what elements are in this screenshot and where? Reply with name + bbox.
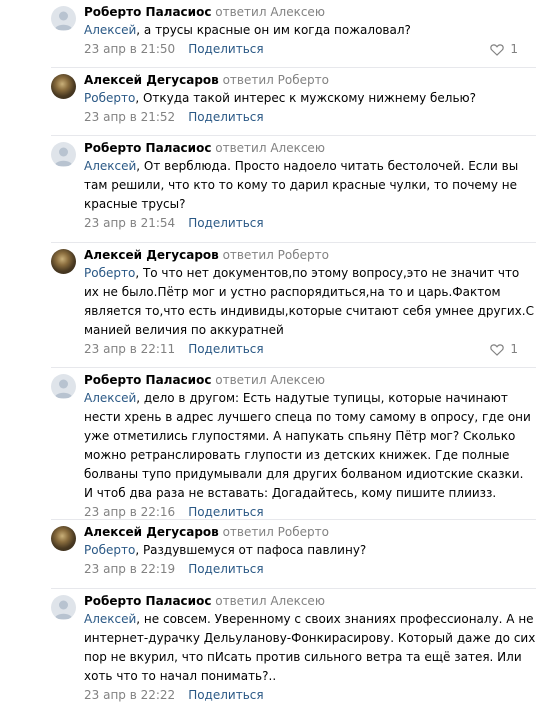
mention-link[interactable]: Алексей [84,612,136,626]
comment-text: Алексей, дело в другом: Есть надутые туп… [84,389,536,503]
replied-to[interactable]: ответил Алексею [215,594,325,608]
comment-message: , Откуда такой интерес к мужскому нижнем… [135,91,476,105]
divider [51,135,536,136]
replied-to[interactable]: ответил Алексею [215,141,325,155]
like-button[interactable]: 1 [490,340,518,359]
replied-to[interactable]: ответил Роберто [223,525,329,539]
comment-message: , дело в другом: Есть надутые тупицы, ко… [84,391,531,500]
author-name[interactable]: Роберто Паласиос [84,373,211,387]
share-button[interactable]: Поделиться [188,42,263,56]
avatar[interactable] [51,595,76,620]
like-button[interactable]: 1 [490,40,518,59]
comment-body: Алексей Дегусаров ответил Роберто Роберт… [84,72,536,127]
like-count: 1 [510,342,518,356]
comment-date[interactable]: 23 апр в 21:52 [84,110,175,124]
replied-to[interactable]: ответил Роберто [223,248,329,262]
comment-text: Алексей, а трусы красные он им когда пож… [84,21,536,40]
avatar[interactable] [51,374,76,399]
comment-meta: 23 апр в 21:54 Поделиться [84,214,536,233]
comment-header: Роберто Паласиос ответил Алексею [84,4,536,21]
default-user-icon [54,379,73,398]
comment-body: Роберто Паласиос ответил Алексею Алексей… [84,372,536,522]
default-user-icon [54,11,73,30]
author-name[interactable]: Алексей Дегусаров [84,525,219,539]
mention-link[interactable]: Алексей [84,23,136,37]
avatar[interactable] [51,6,76,31]
mention-link[interactable]: Алексей [84,159,136,173]
avatar[interactable] [51,74,76,99]
comment-meta: 23 апр в 22:19 Поделиться [84,560,536,579]
author-name[interactable]: Роберто Паласиос [84,141,211,155]
like-count: 1 [510,42,518,56]
comment-text: Алексей, От верблюда. Просто надоело чит… [84,157,536,214]
heart-icon [490,43,505,56]
comments-thread: Роберто Паласиос ответил Алексею Алексей… [0,0,544,705]
replied-to[interactable]: ответил Роберто [223,73,329,87]
comment-message: , То что нет документов,по этому вопросу… [84,266,534,337]
comment-body: Алексей Дегусаров ответил Роберто Роберт… [84,524,536,579]
mention-link[interactable]: Алексей [84,391,136,405]
avatar[interactable] [51,142,76,167]
share-button[interactable]: Поделиться [188,216,263,230]
comment-text: Роберто, Откуда такой интерес к мужскому… [84,89,536,108]
divider [51,67,536,68]
heart-icon [490,343,505,356]
share-button[interactable]: Поделиться [188,505,263,519]
comment-message: , а трусы красные он им когда пожаловал? [136,23,411,37]
replied-to[interactable]: ответил Алексею [215,5,325,19]
comment-header: Роберто Паласиос ответил Алексею [84,593,536,610]
comment-text: Роберто, Раздувшемуся от пафоса павлину? [84,541,536,560]
comment-date[interactable]: 23 апр в 22:19 [84,562,175,576]
comment-message: , Раздувшемуся от пафоса павлину? [135,543,367,557]
comment-body: Алексей Дегусаров ответил Роберто Роберт… [84,247,536,359]
mention-link[interactable]: Роберто [84,543,135,557]
comment-meta: 23 апр в 22:22 Поделиться [84,686,536,705]
comment-date[interactable]: 23 апр в 22:11 [84,342,175,356]
replied-to[interactable]: ответил Алексею [215,373,325,387]
mention-link[interactable]: Роберто [84,266,135,280]
comment-meta: 23 апр в 21:52 Поделиться [84,108,536,127]
comment-header: Алексей Дегусаров ответил Роберто [84,524,536,541]
share-button[interactable]: Поделиться [188,342,263,356]
comment-message: , От верблюда. Просто надоело читать бес… [84,159,519,211]
divider [51,588,536,589]
comment-header: Роберто Паласиос ответил Алексею [84,372,536,389]
author-name[interactable]: Роберто Паласиос [84,5,211,19]
comment-body: Роберто Паласиос ответил Алексею Алексей… [84,593,536,705]
comment-text: Алексей, не совсем. Уверенному с своих з… [84,610,536,686]
default-user-icon [54,147,73,166]
comment-header: Алексей Дегусаров ответил Роберто [84,247,536,264]
comment-body: Роберто Паласиос ответил Алексею Алексей… [84,140,536,233]
divider [51,367,536,368]
divider [51,519,536,520]
share-button[interactable]: Поделиться [188,110,263,124]
comment-date[interactable]: 23 апр в 21:54 [84,216,175,230]
author-name[interactable]: Роберто Паласиос [84,594,211,608]
comment-text: Роберто, То что нет документов,по этому … [84,264,536,340]
comment-header: Алексей Дегусаров ответил Роберто [84,72,536,89]
comment-date[interactable]: 23 апр в 22:22 [84,688,175,702]
default-user-icon [54,600,73,619]
avatar[interactable] [51,526,76,551]
divider [51,242,536,243]
comment-header: Роберто Паласиос ответил Алексею [84,140,536,157]
author-name[interactable]: Алексей Дегусаров [84,248,219,262]
comment-date[interactable]: 23 апр в 22:16 [84,505,175,519]
share-button[interactable]: Поделиться [188,562,263,576]
comment-meta: 23 апр в 21:50 Поделиться 1 [84,40,536,59]
comment-message: , не совсем. Уверенному с своих знаниях … [84,612,536,683]
author-name[interactable]: Алексей Дегусаров [84,73,219,87]
mention-link[interactable]: Роберто [84,91,135,105]
avatar[interactable] [51,249,76,274]
comment-body: Роберто Паласиос ответил Алексею Алексей… [84,4,536,59]
comment-meta: 23 апр в 22:11 Поделиться 1 [84,340,536,359]
comment-date[interactable]: 23 апр в 21:50 [84,42,175,56]
share-button[interactable]: Поделиться [188,688,263,702]
